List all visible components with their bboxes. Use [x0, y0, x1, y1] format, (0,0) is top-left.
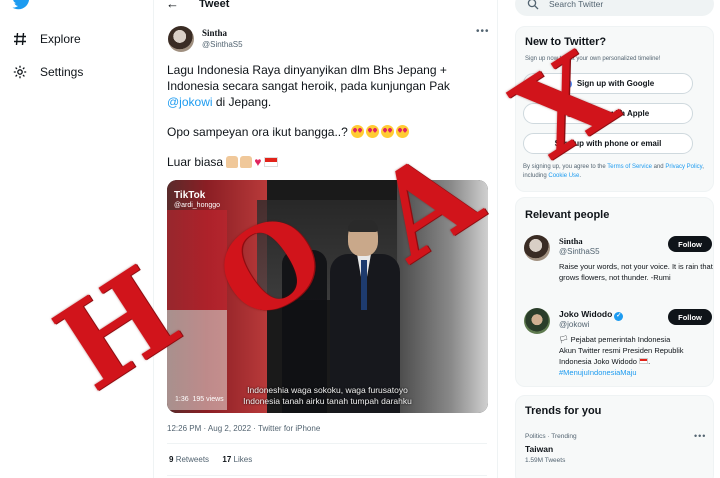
red-heart-emoji-icon: ♥: [254, 155, 262, 169]
view-count: 195 views: [192, 396, 224, 403]
trends-card: Trends for you Politics · Trending Taiwa…: [515, 395, 714, 478]
author-name[interactable]: Sintha: [202, 28, 227, 38]
card-subtitle: Sign up now to get your own personalized…: [525, 56, 661, 62]
more-options-icon[interactable]: •••: [476, 26, 490, 37]
tiktok-watermark: TikTok: [174, 190, 206, 201]
terms-link[interactable]: Terms of Service: [607, 164, 652, 170]
cookie-link[interactable]: Cookie Use: [548, 173, 579, 179]
email-signup-button[interactable]: Sign up with phone or email: [523, 133, 693, 154]
divider: [167, 443, 487, 444]
nav-item-explore[interactable]: Explore: [12, 28, 81, 50]
tweet-text-line1: Lagu Indonesia Raya dinyanyikan dlm Bhs …: [167, 63, 450, 93]
card-title: New to Twitter?: [525, 36, 607, 48]
tweet-timestamp[interactable]: 12:26 PM · Aug 2, 2022: [167, 424, 251, 433]
tweet-meta: 12:26 PM · Aug 2, 2022 · Twitter for iPh…: [167, 424, 321, 433]
card-title: Trends for you: [525, 405, 602, 417]
new-to-twitter-card: New to Twitter? Sign up now to get your …: [515, 26, 714, 192]
flexed-biceps-emoji-icon: [240, 156, 253, 168]
arrow-left-icon[interactable]: ←: [166, 0, 179, 14]
thumbs-up-emoji-icon: [226, 156, 239, 168]
google-signup-button[interactable]: Sign up with Google: [523, 73, 693, 94]
tweet-source[interactable]: Twitter for iPhone: [258, 424, 320, 433]
person-name[interactable]: Sintha: [559, 236, 583, 246]
duration-value: 1:36: [175, 396, 189, 403]
apple-signup-button[interactable]: Sign up with Apple: [523, 103, 693, 124]
divider: [167, 475, 487, 476]
trend-name[interactable]: Taiwan: [525, 444, 553, 454]
heart-eyes-emoji-icon: [351, 125, 365, 138]
tweet-column: ← Tweet Sintha @SinthaS5 ••• Lagu Indone…: [153, 0, 498, 478]
heart-eyes-emoji-icon: [396, 125, 410, 138]
more-options-icon[interactable]: •••: [694, 431, 706, 441]
bio-line2-text: Akun Twitter resmi Presiden Republik Ind…: [559, 346, 684, 366]
author-handle[interactable]: @SinthaS5: [202, 40, 243, 49]
google-icon: [561, 78, 572, 89]
avatar[interactable]: [524, 235, 550, 261]
tweet-text-line3: Luar biasa: [167, 155, 224, 169]
tweet-text: Lagu Indonesia Raya dinyanyikan dlm Bhs …: [167, 62, 487, 170]
tweet-video[interactable]: TikTok @ardi_honggo Indoneshia waga soko…: [167, 180, 488, 413]
avatar[interactable]: [524, 308, 550, 334]
heart-eyes-emoji-icon: [381, 125, 395, 138]
tweet-stats: 9 Retweets 17 Likes: [169, 455, 252, 464]
follow-button[interactable]: Follow: [668, 309, 712, 325]
tweet-text-line1-end: di Jepang.: [212, 95, 272, 109]
flag-backdrop: [167, 210, 227, 410]
likes-stat[interactable]: 17 Likes: [222, 455, 252, 464]
bio-line1: 🏳 Pejabat pemerintah Indonesia: [559, 335, 671, 344]
email-signup-label: Sign up with phone or email: [554, 139, 662, 148]
tweet-header: ← Tweet: [154, 0, 499, 14]
google-signup-label: Sign up with Google: [576, 79, 655, 88]
heart-eyes-emoji-icon: [366, 125, 380, 138]
tweet-text-line2: Opo sampeyan ora ikut bangga..?: [167, 125, 348, 139]
nav-item-settings[interactable]: Settings: [12, 61, 83, 83]
search-bar[interactable]: [515, 0, 714, 16]
hashtag-link[interactable]: #MenujuIndonesiaMaju: [559, 367, 714, 378]
likes-label: Likes: [233, 455, 253, 464]
person-handle[interactable]: @SinthaS5: [559, 247, 600, 256]
nav-label-explore: Explore: [40, 32, 81, 46]
indonesia-flag-icon: [263, 157, 278, 167]
hashtag-icon: [12, 31, 28, 47]
bio-line2: Akun Twitter resmi Presiden Republik Ind…: [559, 346, 684, 366]
apple-signup-label: Sign up with Apple: [574, 109, 650, 118]
person-name-text: Joko Widodo: [559, 309, 613, 319]
left-navigation: Explore Settings: [0, 0, 150, 478]
trend-count: 1.59M Tweets: [525, 457, 566, 464]
search-input[interactable]: [549, 0, 699, 9]
terms-text: By signing up, you agree to the Terms of…: [523, 163, 708, 181]
search-icon: [527, 0, 539, 10]
gear-icon: [12, 64, 28, 80]
terms-mid: and: [651, 164, 666, 170]
follow-button[interactable]: Follow: [668, 236, 712, 252]
person-bio: 🏳 Pejabat pemerintah Indonesia Akun Twit…: [559, 334, 714, 378]
retweets-count: 9: [169, 455, 174, 464]
subtitle-line1: Indoneshia waga sokoku, waga furusatoyo: [247, 385, 408, 395]
terms-end: .: [579, 173, 582, 179]
verified-badge-icon: ✓: [614, 312, 624, 321]
relevant-people-card: Relevant people Sintha @SinthaS5 Follow …: [515, 197, 714, 387]
tiktok-user: @ardi_honggo: [174, 202, 221, 209]
mention-link[interactable]: @jokowi: [167, 95, 213, 109]
privacy-link[interactable]: Privacy Policy: [665, 164, 702, 170]
apple-icon: : [567, 109, 574, 119]
likes-count: 17: [222, 455, 232, 464]
person-bio: Raise your words, not your voice. It is …: [559, 262, 713, 282]
retweets-stat[interactable]: 9 Retweets: [169, 455, 209, 464]
trend-context: Politics · Trending: [525, 433, 577, 440]
card-title: Relevant people: [525, 209, 610, 221]
retweets-label: Retweets: [175, 455, 210, 464]
person-handle[interactable]: @jokowi: [559, 320, 589, 329]
twitter-bird-icon[interactable]: [12, 0, 32, 10]
nav-label-settings: Settings: [40, 65, 84, 79]
video-duration: 1:36 195 views: [175, 396, 224, 403]
avatar[interactable]: [168, 26, 194, 52]
terms-prefix: By signing up, you agree to the: [523, 164, 608, 170]
indonesia-flag-icon: [639, 358, 649, 364]
page-title: Tweet: [199, 0, 230, 10]
